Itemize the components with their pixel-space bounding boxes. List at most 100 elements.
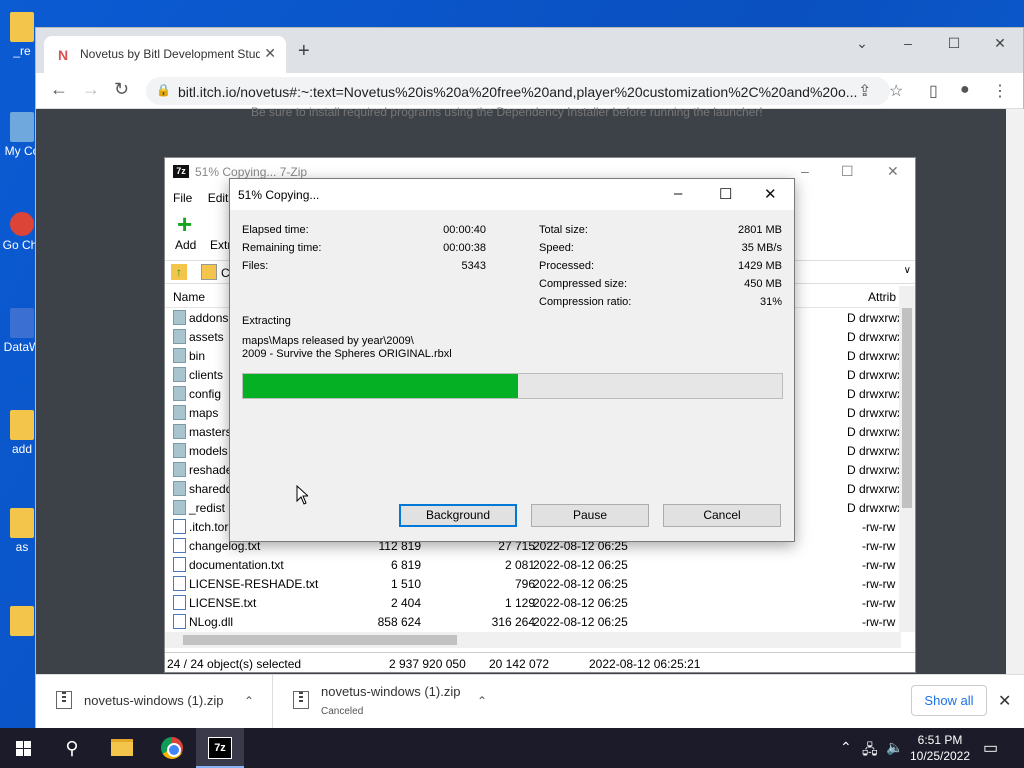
close-window-icon[interactable]: ✕ [977,28,1023,58]
minimize-icon[interactable]: – [801,163,809,179]
file-list-vscroll[interactable] [899,286,915,632]
folder-icon [10,508,34,538]
volume-icon[interactable]: 🔈 [886,739,903,756]
menu-icon[interactable]: ⋮ [992,81,1008,101]
file-attributes: -rw-rw [862,615,896,629]
folder-icon [173,367,186,382]
background-button[interactable]: Background [399,504,517,527]
close-tab-icon[interactable]: ✕ [264,45,276,62]
file-modified: 2022-08-12 06:25 [533,577,628,591]
search-icon: ⚲ [65,738,79,758]
files-value: 5343 [461,260,486,272]
chrome-icon [161,737,183,759]
column-name[interactable]: Name [173,290,205,304]
file-name: clients [189,368,224,382]
tray-chevron-icon[interactable]: ⌃ [840,739,852,756]
7zip-taskbar-button[interactable]: 7z [196,728,244,768]
minimize-icon[interactable]: – [674,185,682,202]
maximize-icon[interactable]: ☐ [931,28,977,58]
download-status: Canceled [321,706,364,717]
chrome-taskbar-button[interactable] [148,728,196,768]
file-name: .itch.tor [189,520,229,534]
chevron-up-icon[interactable]: ⌃ [244,694,254,708]
close-icon[interactable]: ✕ [764,185,777,203]
maximize-icon[interactable]: ☐ [719,185,732,203]
file-row[interactable]: documentation.txt 6 819 2 081 2022-08-12 06… [165,555,901,574]
folder-icon [173,462,186,477]
share-icon[interactable]: ⇪ [858,81,871,101]
side-panel-icon[interactable]: ▯ [929,81,938,101]
current-path-line2: 2009 - Survive the Spheres ORIGINAL.rbxl [242,348,452,360]
address-bar[interactable]: 🔒 bitl.itch.io/novetus#:~:text=Novetus%2… [146,77,890,105]
taskbar: ⚲ 7z ⌃ 🖧 🔈 6:51 PM 10/25/2022 ▭ [0,728,1024,768]
computer-icon [10,112,34,142]
network-icon[interactable]: 🖧 [862,739,878,763]
file-row[interactable]: LICENSE.txt 2 404 1 129 2022-08-12 06:25 -rw… [165,593,901,612]
menu-file[interactable]: File [173,191,192,205]
zip-file-icon [56,691,72,709]
file-attributes: D drwxrwx [847,444,903,458]
scroll-thumb[interactable] [183,635,457,645]
file-attributes: D drwxrwx [847,349,903,363]
maximize-icon[interactable]: ☐ [841,163,854,180]
close-icon[interactable]: ✕ [887,163,899,180]
close-download-bar-icon[interactable]: ✕ [998,691,1011,711]
search-button[interactable]: ⚲ [48,728,96,768]
menu-edit[interactable]: Edit [208,191,229,205]
tab-search-icon[interactable]: ⌄ [839,28,885,58]
7zip-app-icon: 7z [173,165,189,178]
chevron-up-icon[interactable]: ⌃ [477,694,487,708]
up-folder-icon[interactable]: ↑ [171,264,187,280]
status-selected: 24 / 24 object(s) selected [167,657,302,671]
file-name: maps [189,406,219,420]
folder-icon [10,410,34,440]
clock-date: 10/25/2022 [909,749,971,763]
page-scrollbar[interactable] [1006,109,1024,674]
file-name: reshade [189,463,233,477]
back-icon[interactable]: ← [50,79,68,100]
total-size-label: Total size: [539,224,588,236]
new-tab-icon[interactable]: + [298,40,310,63]
download-name: novetus-windows (1).zip [84,693,224,708]
progress-bar [242,373,783,399]
file-modified: 2022-08-12 06:25 [533,615,628,629]
folder-icon [173,481,186,496]
notifications-icon[interactable]: ▭ [983,738,998,758]
lock-icon[interactable]: 🔒 [156,83,171,97]
start-button[interactable] [0,728,48,768]
folder-icon [173,443,186,458]
forward-icon[interactable]: → [82,79,100,100]
scroll-thumb[interactable] [902,308,912,508]
elapsed-value: 00:00:40 [443,224,486,236]
file-row[interactable]: NLog.dll 858 624 316 264 2022-08-12 06:25 -r… [165,612,901,631]
reload-icon[interactable]: ↻ [114,79,129,100]
profile-icon[interactable]: ● [960,81,970,99]
file-name: _redist [189,501,226,515]
pause-button[interactable]: Pause [531,504,649,527]
show-all-button[interactable]: Show all [911,685,987,716]
file-list-hscroll[interactable] [165,632,901,648]
bookmark-star-icon[interactable]: ☆ [889,81,903,101]
path-dropdown-icon[interactable]: ∨ [904,265,911,276]
download-item[interactable]: novetus-windows (1).zip ⌃ [36,675,272,730]
file-name: NLog.dll [189,615,234,629]
cancel-button[interactable]: Cancel [663,504,781,527]
elapsed-label: Elapsed time: [242,224,309,236]
file-packed-size: 796 [514,577,535,591]
folder-icon [10,12,34,42]
file-modified: 2022-08-12 06:25 [533,558,628,572]
browser-tab[interactable]: N Novetus by Bitl Development Studio ✕ [44,36,286,73]
window-controls: ⌄ – ☐ ✕ [839,28,1023,58]
file-row[interactable]: LICENSE-RESHADE.txt 1 510 796 2022-08-12 06… [165,574,901,593]
add-button-label[interactable]: Add [175,238,196,252]
file-explorer-button[interactable] [98,728,146,768]
file-attributes: D drwxrwx [847,311,903,325]
download-item[interactable]: novetus-windows (1).zip Canceled ⌃ [272,675,502,730]
column-attributes[interactable]: Attrib [868,290,896,304]
folder-icon [173,405,186,420]
file-name: addons [189,311,229,325]
clock[interactable]: 6:51 PM 10/25/2022 [905,732,975,764]
minimize-icon[interactable]: – [885,28,931,58]
add-icon[interactable]: + [177,211,192,237]
current-path-line1: maps\Maps released by year\2009\ [242,335,414,347]
